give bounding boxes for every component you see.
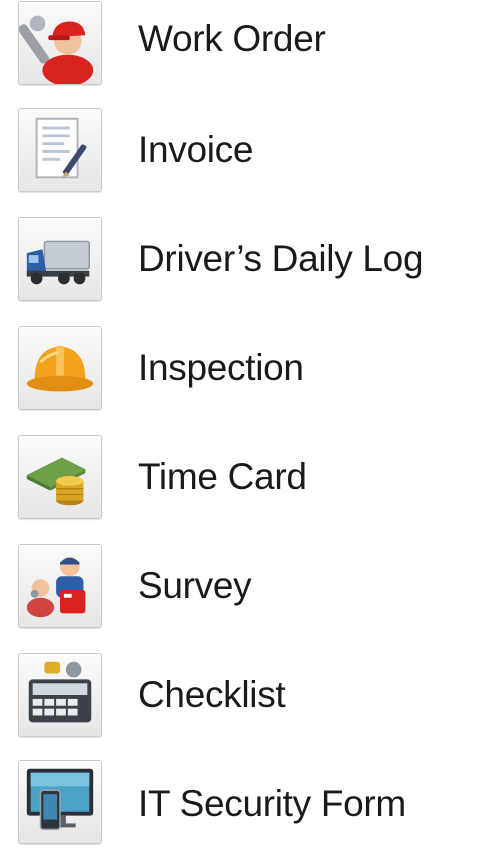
form-type-list: Work Order Invoice Driver’s Daily Log In… [0,0,483,844]
hard-hat-icon [18,326,102,410]
list-item-it-security-form[interactable]: IT Security Form [0,750,483,858]
item-label: Inspection [138,347,304,388]
item-label: Work Order [138,18,326,59]
truck-icon [18,217,102,301]
money-coins-icon [18,435,102,519]
item-label: Time Card [138,456,307,497]
item-label: Invoice [138,129,254,170]
list-item-survey[interactable]: Survey [0,532,483,640]
list-item-inspection[interactable]: Inspection [0,314,483,422]
people-survey-icon [18,544,102,628]
mechanic-wrench-icon [18,1,102,85]
list-item-time-card[interactable]: Time Card [0,423,483,531]
list-item-drivers-daily-log[interactable]: Driver’s Daily Log [0,205,483,313]
item-label: Checklist [138,674,286,715]
item-label: Survey [138,565,252,606]
monitor-phone-icon [18,760,102,844]
document-pen-icon [18,108,102,192]
item-label: Driver’s Daily Log [138,238,424,279]
list-item-invoice[interactable]: Invoice [0,96,483,204]
list-item-work-order[interactable]: Work Order [0,0,483,93]
list-item-checklist[interactable]: Checklist [0,641,483,749]
device-checklist-icon [18,653,102,737]
item-label: IT Security Form [138,783,406,824]
